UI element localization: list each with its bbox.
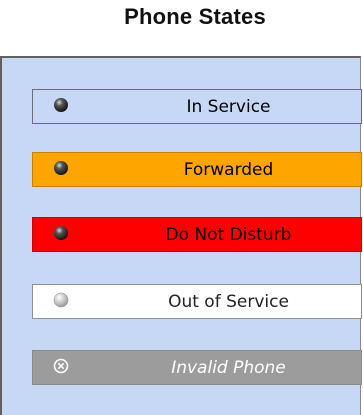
state-label: In Service <box>186 96 271 117</box>
state-label: Invalid Phone <box>171 357 286 378</box>
state-label: Forwarded <box>183 159 274 180</box>
state-row-in-service: In Service <box>32 89 362 124</box>
state-row-do-not-disturb: Do Not Disturb <box>32 217 362 252</box>
state-row-invalid-phone: Invalid Phone <box>32 350 362 385</box>
invalid-circle-x-icon <box>53 358 69 378</box>
state-row-forwarded: Forwarded <box>32 152 362 187</box>
gray-status-light-icon <box>53 292 69 312</box>
page-title: Phone States <box>124 4 266 29</box>
dark-status-light-icon <box>53 97 69 117</box>
dark-status-light-icon <box>53 160 69 180</box>
state-label: Do Not Disturb <box>165 224 292 245</box>
phone-states-legend: In Service Forwarded Do Not Disturb Out … <box>0 56 362 415</box>
state-label: Out of Service <box>168 291 289 312</box>
dark-status-light-icon <box>53 225 69 245</box>
state-row-out-of-service: Out of Service <box>32 284 362 319</box>
